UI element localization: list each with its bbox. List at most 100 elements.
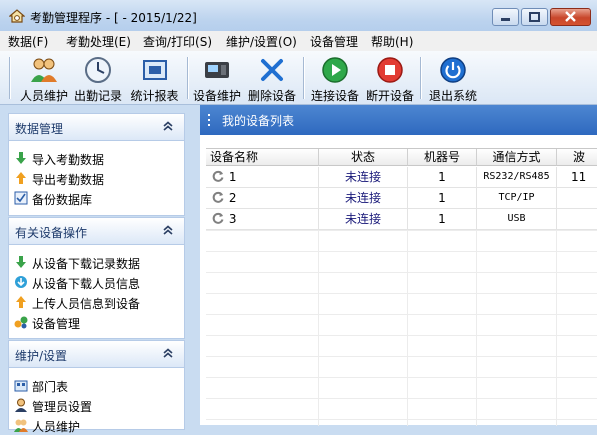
- sidebar-item-label: 导出考勤数据: [32, 173, 105, 187]
- connect-icon: [322, 57, 348, 83]
- sidebar-item-label: 管理员设置: [32, 400, 93, 414]
- column-header-comm[interactable]: 通信方式: [477, 149, 557, 166]
- connect-device-button[interactable]: 连接设备: [309, 54, 361, 103]
- panel-title: 我的设备列表: [222, 114, 295, 128]
- device-name-cell: 2: [206, 188, 319, 208]
- device-maintain-button[interactable]: 设备维护: [191, 54, 243, 103]
- download-circle-icon: [15, 276, 27, 288]
- sidebar-item-label: 从设备下载人员信息: [32, 277, 141, 291]
- baud-cell: [557, 188, 597, 208]
- sidebar-item-label: 从设备下载记录数据: [32, 257, 141, 271]
- grip-icon: [208, 114, 210, 126]
- sidebar-item-upload-staff[interactable]: 上传人员信息到设备: [9, 292, 184, 312]
- department-icon: [14, 380, 28, 392]
- menu-bar: 数据(F) 考勤处理(E) 查询/打印(S) 维护/设置(O) 设备管理 帮助(…: [0, 31, 597, 51]
- sidebar: 数据管理 导入考勤数据 导出考勤数据 备份数据库 有关设备操作 从设备下载记录数…: [0, 105, 193, 434]
- menu-maintenance[interactable]: 维护/设置(O): [226, 33, 297, 50]
- disconnect-device-button[interactable]: 断开设备: [364, 54, 416, 103]
- refresh-icon: [212, 170, 224, 182]
- baud-cell: 11: [571, 170, 587, 184]
- backup-icon: [14, 191, 28, 205]
- attendance-record-label: 出勤记录: [73, 89, 122, 103]
- sidebar-group-maintenance: 维护/设置 部门表 管理员设置 人员维护: [8, 340, 185, 434]
- group-header[interactable]: 维护/设置: [9, 341, 184, 368]
- toolbar-separator: [420, 57, 421, 99]
- group-header[interactable]: 有关设备操作: [9, 218, 184, 245]
- exit-system-label: 退出系统: [428, 89, 477, 103]
- menu-data[interactable]: 数据(F): [8, 33, 48, 50]
- sidebar-item-device-management[interactable]: 设备管理: [9, 312, 184, 332]
- sidebar-item-label: 备份数据库: [32, 193, 93, 207]
- grid-line: [206, 356, 597, 357]
- statistics-report-label: 统计报表: [130, 89, 179, 103]
- staff-maintain-label: 人员维护: [19, 89, 68, 103]
- refresh-icon: [212, 212, 224, 224]
- comm-cell: TCP/IP: [477, 188, 557, 208]
- menu-help[interactable]: 帮助(H): [371, 33, 413, 50]
- connect-device-label: 连接设备: [310, 89, 359, 103]
- column-header-machine[interactable]: 机器号: [408, 149, 477, 166]
- menu-device[interactable]: 设备管理: [310, 33, 358, 50]
- devices-icon: [14, 316, 28, 329]
- menu-attendance[interactable]: 考勤处理(E): [66, 33, 131, 50]
- column-header-status[interactable]: 状态: [319, 149, 408, 166]
- table-row[interactable]: 3 未连接 1 USB: [206, 209, 597, 230]
- table-row[interactable]: 2 未连接 1 TCP/IP: [206, 188, 597, 209]
- chevron-up-icon[interactable]: [161, 223, 175, 237]
- disconnect-device-label: 断开设备: [365, 89, 414, 103]
- toolbar-separator: [303, 57, 304, 99]
- minimize-icon: [501, 18, 510, 21]
- staff-maintain-button[interactable]: 人员维护: [18, 54, 70, 103]
- report-icon: [142, 60, 167, 80]
- chevron-up-icon[interactable]: [161, 346, 175, 360]
- title-bar: 考勤管理程序 - [ - 2015/1/22]: [0, 0, 597, 35]
- sidebar-item-department[interactable]: 部门表: [9, 375, 184, 395]
- grid-line: [206, 230, 597, 231]
- maximize-button[interactable]: [521, 8, 548, 26]
- grid-line: [206, 272, 597, 273]
- group-title: 维护/设置: [15, 349, 68, 363]
- sidebar-item-label: 人员维护: [32, 420, 81, 434]
- sidebar-item-label: 部门表: [32, 380, 69, 394]
- table-row[interactable]: 1 未连接 1 RS232/RS485 11: [206, 167, 597, 188]
- grid-line: [206, 419, 597, 420]
- sidebar-item-label: 导入考勤数据: [32, 153, 105, 167]
- sidebar-item-import[interactable]: 导入考勤数据: [9, 148, 184, 168]
- minimize-button[interactable]: [492, 8, 519, 26]
- comm-cell: RS232/RS485: [477, 167, 557, 187]
- sidebar-item-download-records[interactable]: 从设备下载记录数据: [9, 252, 184, 272]
- statistics-report-button[interactable]: 统计报表: [127, 54, 182, 103]
- delete-icon: [261, 59, 283, 81]
- device-list-panel: 我的设备列表 设备名称 状态 机器号 通信方式 波 1 未连接 1 RS232/…: [200, 105, 597, 426]
- menu-query-print[interactable]: 查询/打印(S): [143, 33, 212, 50]
- sidebar-item-admin[interactable]: 管理员设置: [9, 395, 184, 415]
- close-button[interactable]: [550, 8, 591, 26]
- attendance-record-button[interactable]: 出勤记录: [72, 54, 124, 103]
- sidebar-item-label: 设备管理: [32, 317, 81, 331]
- exit-system-button[interactable]: 退出系统: [426, 54, 480, 103]
- comm-cell: USB: [477, 209, 557, 229]
- delete-device-label: 删除设备: [247, 89, 296, 103]
- maximize-icon: [529, 12, 540, 22]
- sidebar-group-data: 数据管理 导入考勤数据 导出考勤数据 备份数据库: [8, 113, 185, 216]
- sidebar-item-download-staff[interactable]: 从设备下载人员信息: [9, 272, 184, 292]
- status-cell: 未连接: [319, 167, 408, 187]
- sidebar-group-device-ops: 有关设备操作 从设备下载记录数据 从设备下载人员信息 上传人员信息到设备 设备管…: [8, 217, 185, 339]
- grid-line: [206, 314, 597, 315]
- users-icon: [31, 58, 57, 82]
- device-name-cell: 3: [206, 209, 319, 229]
- column-header-name[interactable]: 设备名称: [206, 149, 319, 166]
- sidebar-item-backup[interactable]: 备份数据库: [9, 188, 184, 208]
- status-cell: 未连接: [319, 188, 408, 208]
- group-title: 有关设备操作: [15, 226, 88, 240]
- group-header[interactable]: 数据管理: [9, 114, 184, 141]
- column-header-baud[interactable]: 波: [557, 149, 597, 166]
- baud-cell: [557, 209, 597, 229]
- delete-device-button[interactable]: 删除设备: [246, 54, 298, 103]
- sidebar-item-export[interactable]: 导出考勤数据: [9, 168, 184, 188]
- device-icon: [205, 62, 229, 78]
- toolbar-grip: [9, 57, 10, 99]
- admin-icon: [15, 398, 27, 412]
- chevron-up-icon[interactable]: [161, 119, 175, 133]
- sidebar-item-staff[interactable]: 人员维护: [9, 415, 184, 435]
